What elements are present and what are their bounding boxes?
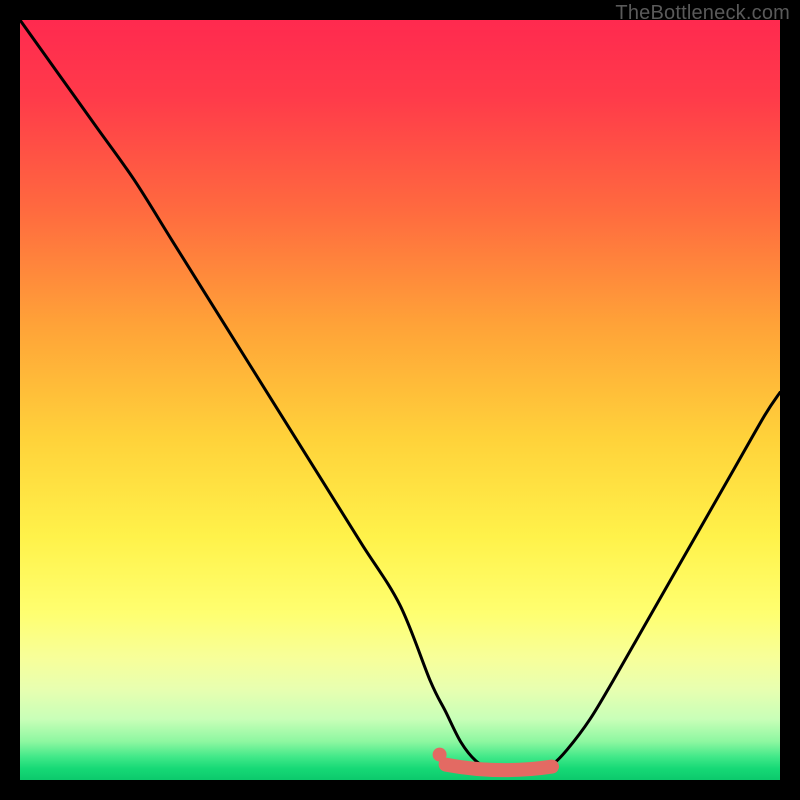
bottleneck-curve	[20, 20, 780, 773]
curve-layer	[20, 20, 780, 780]
sweet-spot-start-dot	[433, 748, 447, 762]
sweet-spot-marker	[446, 765, 552, 771]
chart-frame: TheBottleneck.com	[0, 0, 800, 800]
watermark-text: TheBottleneck.com	[615, 2, 790, 25]
plot-area	[20, 20, 780, 780]
